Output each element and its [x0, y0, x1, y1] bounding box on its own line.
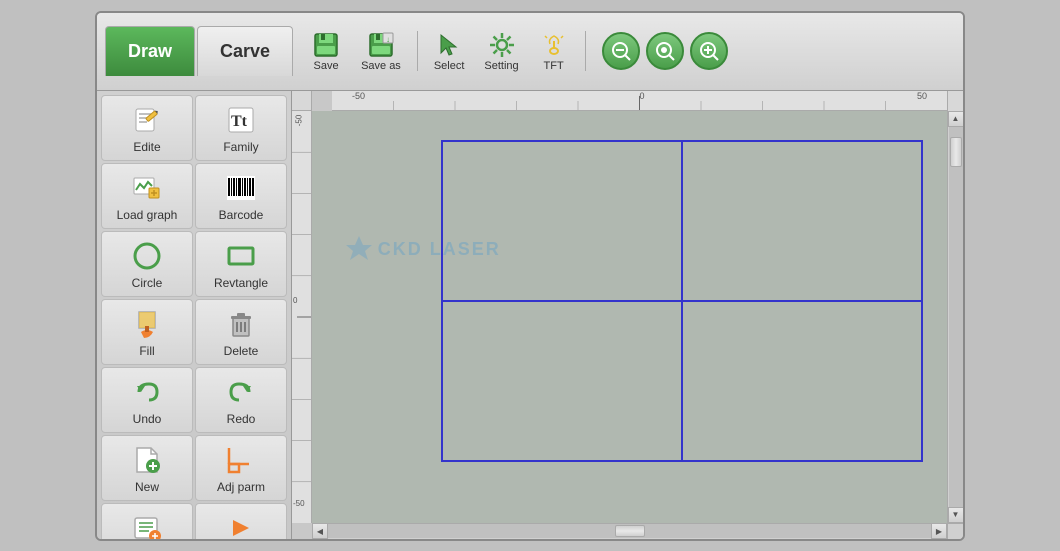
sidebar-item-list[interactable]: List: [101, 503, 193, 539]
scroll-h-track[interactable]: [328, 524, 931, 538]
zoom-fit-button[interactable]: [646, 32, 684, 70]
tab-draw-label: Draw: [128, 41, 172, 62]
sep1: [417, 31, 418, 71]
sidebar-item-load-graph[interactable]: Load graph: [101, 163, 193, 229]
new-label: New: [135, 480, 159, 494]
ruler-corner-tr: [947, 91, 963, 111]
barcode-label: Barcode: [219, 208, 264, 222]
delete-icon: [223, 306, 259, 342]
select-label: Select: [434, 60, 465, 72]
adj-parm-label: Adj parm: [217, 480, 265, 494]
load-graph-icon: [129, 170, 165, 206]
revtangle-icon: [223, 238, 259, 274]
saveas-button[interactable]: ↓ Save as: [353, 26, 409, 76]
ruler-left: -50 0 -50: [292, 111, 312, 523]
toolbar-buttons: Save ↓ Save as: [303, 26, 728, 76]
sidebar-item-family[interactable]: Tt Family: [195, 95, 287, 161]
svg-text:Tt: Tt: [231, 113, 248, 130]
saveas-icon: ↓: [366, 30, 396, 60]
circle-label: Circle: [132, 276, 163, 290]
drawing-canvas[interactable]: [312, 111, 947, 523]
tab-carve-label: Carve: [220, 41, 270, 62]
load-graph-label: Load graph: [117, 208, 178, 222]
revtangle-label: Revtangle: [214, 276, 268, 290]
sep2: [585, 31, 586, 71]
scroll-up-button[interactable]: ▲: [948, 111, 964, 127]
scroll-down-button[interactable]: ▼: [948, 507, 964, 523]
sidebar-item-revtangle[interactable]: Revtangle: [195, 231, 287, 297]
ruler-left-neg50: -50: [294, 114, 303, 126]
setting-button[interactable]: Setting: [476, 26, 526, 76]
zoom-in-button[interactable]: [690, 32, 728, 70]
scroll-h-thumb[interactable]: [615, 525, 645, 537]
sidebar-item-barcode[interactable]: Barcode: [195, 163, 287, 229]
scroll-v-track[interactable]: [949, 127, 963, 507]
undo-label: Undo: [133, 412, 162, 426]
list-icon: [129, 510, 165, 539]
adj-parm-icon: [223, 442, 259, 478]
sidebar-item-undo[interactable]: Undo: [101, 367, 193, 433]
undo-icon: [129, 374, 165, 410]
circle-icon: [129, 238, 165, 274]
redo-label: Redo: [227, 412, 256, 426]
new-icon: [129, 442, 165, 478]
scrollbar-horizontal: ◀ ▶: [312, 523, 947, 539]
sidebar-item-fill[interactable]: Fill: [101, 299, 193, 365]
scrollbar-vertical: ▲ ▼: [947, 111, 963, 523]
edite-label: Edite: [133, 140, 160, 154]
edite-icon: [129, 102, 165, 138]
toolbar: Draw Carve Save: [97, 13, 963, 91]
save-button[interactable]: Save: [303, 26, 349, 76]
tab-carve[interactable]: Carve: [197, 26, 293, 76]
setting-label: Setting: [484, 60, 518, 72]
tft-button[interactable]: TFT: [531, 26, 577, 76]
tft-icon: [539, 30, 569, 60]
fill-icon: [129, 306, 165, 342]
save-icon: [311, 30, 341, 60]
tft-label: TFT: [544, 60, 564, 72]
zoom-group: [602, 32, 728, 70]
family-label: Family: [223, 140, 258, 154]
sidebar-item-edite[interactable]: Edite: [101, 95, 193, 161]
select-icon: [434, 30, 464, 60]
ruler-top: -50 0 50: [332, 91, 947, 111]
scroll-right-button[interactable]: ▶: [931, 523, 947, 539]
scroll-left-button[interactable]: ◀: [312, 523, 328, 539]
scrollbar-corner: [947, 523, 963, 539]
family-icon: Tt: [223, 102, 259, 138]
select-button[interactable]: Select: [426, 26, 473, 76]
barcode-icon: [223, 170, 259, 206]
zoom-out-button[interactable]: [602, 32, 640, 70]
ruler-left-pos50: -50: [293, 499, 305, 508]
app-window: Draw Carve Save: [95, 11, 965, 541]
sidebar-item-next[interactable]: Next: [195, 503, 287, 539]
canvas-inner[interactable]: CKD LASER: [312, 111, 947, 523]
main-content: Edite Tt Family: [97, 91, 963, 539]
sidebar-item-new[interactable]: New: [101, 435, 193, 501]
sidebar-item-adj-parm[interactable]: Adj parm: [195, 435, 287, 501]
saveas-label: Save as: [361, 60, 401, 72]
sidebar-item-redo[interactable]: Redo: [195, 367, 287, 433]
redo-icon: [223, 374, 259, 410]
tab-group: Draw Carve: [105, 26, 293, 76]
tab-draw[interactable]: Draw: [105, 26, 195, 76]
sidebar: Edite Tt Family: [97, 91, 292, 539]
ruler-left-0: 0: [293, 296, 297, 305]
canvas-area: -50 0 50: [292, 91, 963, 539]
scroll-v-thumb[interactable]: [950, 137, 962, 167]
save-label: Save: [314, 60, 339, 72]
delete-label: Delete: [224, 344, 259, 358]
sidebar-item-delete[interactable]: Delete: [195, 299, 287, 365]
sidebar-item-circle[interactable]: Circle: [101, 231, 193, 297]
next-icon: [223, 510, 259, 539]
svg-text:↓: ↓: [386, 35, 390, 44]
fill-label: Fill: [139, 344, 154, 358]
ruler-corner-tl: [292, 91, 312, 111]
scrollbar-h-row: ◀ ▶: [292, 523, 963, 539]
setting-icon: [487, 30, 517, 60]
